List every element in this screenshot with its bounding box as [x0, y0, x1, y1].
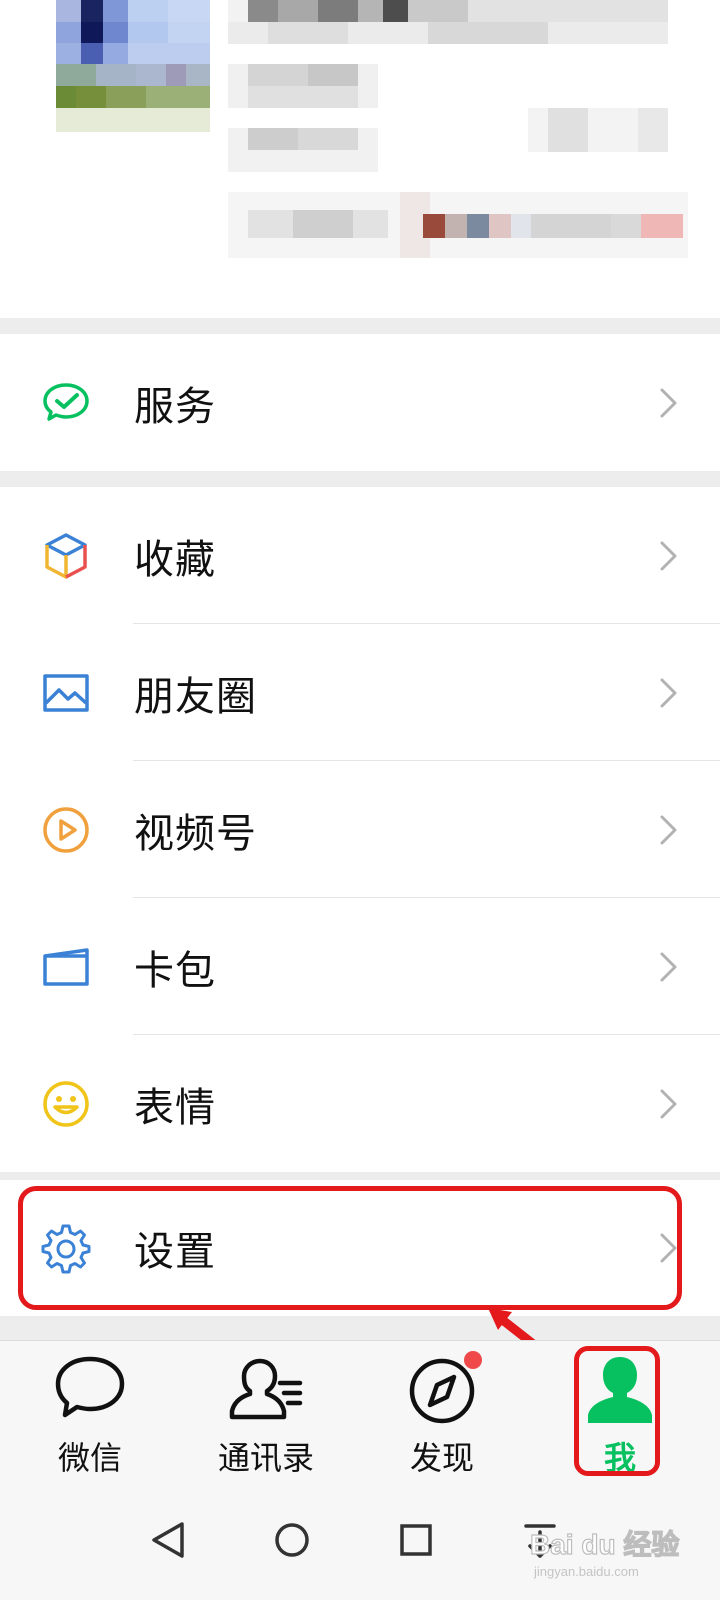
tab-label: 发现: [409, 1439, 474, 1477]
menu-label-service: 服务: [134, 383, 216, 430]
menu-label-settings: 设置: [134, 1229, 216, 1275]
tab-discover[interactable]: 发现: [352, 1341, 532, 1491]
wechat-pay-icon: [40, 377, 92, 429]
smiley-icon: [40, 1078, 92, 1130]
chat-bubble-icon: [55, 1356, 125, 1418]
svg-text:jingyan.baidu.com: jingyan.baidu.com: [533, 1564, 639, 1579]
notification-dot: [464, 1351, 482, 1369]
chevron-right-icon: [660, 1233, 677, 1263]
blurred-profile-info: [228, 0, 688, 258]
chevron-right-icon: [660, 1089, 677, 1118]
chevron-right-icon: [660, 388, 677, 417]
play-icon: [40, 804, 92, 856]
cube-icon: [40, 530, 92, 582]
menu-item-service[interactable]: 服务: [0, 334, 720, 471]
tab-chats[interactable]: 微信: [0, 1341, 180, 1491]
menu-item-moments[interactable]: 朋友圈: [0, 624, 720, 761]
picture-icon: [40, 667, 92, 719]
menu-label-moments: 朋友圈: [134, 673, 257, 720]
person-icon: [588, 1357, 652, 1423]
tab-me[interactable]: 我: [530, 1341, 710, 1491]
tab-contacts[interactable]: 通讯录: [176, 1341, 356, 1491]
avatar[interactable]: [56, 0, 210, 132]
chevron-right-icon: [660, 952, 677, 981]
menu-item-channels[interactable]: 视频号: [0, 761, 720, 898]
menu-group-service: 服务: [0, 334, 720, 471]
chevron-right-icon: [660, 815, 677, 844]
menu-group-main: 收藏 朋友圈 视频号 卡包 表情: [0, 487, 720, 1172]
menu-item-favorites[interactable]: 收藏: [0, 487, 720, 624]
menu-label-stickers: 表情: [134, 1084, 216, 1131]
chevron-right-icon: [660, 541, 677, 570]
tab-label: 我: [603, 1439, 636, 1477]
menu-item-cards[interactable]: 卡包: [0, 898, 720, 1035]
contacts-icon: [229, 1358, 303, 1420]
tab-label: 微信: [57, 1439, 122, 1477]
svg-text:Bai du 经验: Bai du 经验: [530, 1528, 679, 1560]
chevron-right-icon: [660, 678, 677, 707]
watermark-logo: Bai du 经验 jingyan.baidu.com: [529, 1520, 680, 1584]
card-wallet-icon: [40, 941, 92, 993]
recents-icon[interactable]: [386, 1510, 446, 1570]
menu-item-settings[interactable]: 设置: [0, 1180, 720, 1316]
back-icon[interactable]: [138, 1510, 198, 1570]
tab-label: 通讯录: [217, 1439, 314, 1477]
menu-label-channels: 视频号: [134, 810, 257, 857]
profile-header[interactable]: [0, 0, 720, 318]
home-icon[interactable]: [262, 1510, 322, 1570]
bottom-tab-bar: 微信 通讯录 发现 我: [0, 1340, 720, 1490]
menu-label-favorites: 收藏: [134, 536, 216, 583]
menu-group-settings: 设置: [0, 1180, 720, 1316]
gear-icon: [40, 1222, 92, 1274]
menu-label-cards: 卡包: [134, 947, 216, 994]
menu-item-stickers[interactable]: 表情: [0, 1035, 720, 1172]
